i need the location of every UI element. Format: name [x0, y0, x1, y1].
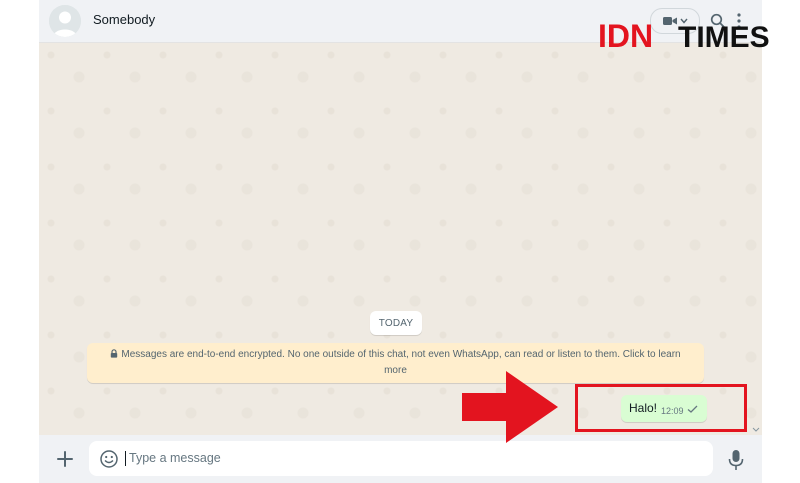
- encryption-notice-line1: Messages are end-to-end encrypted. No on…: [87, 347, 704, 363]
- logo-idn-text: IDN: [598, 18, 653, 54]
- message-input[interactable]: [129, 447, 699, 469]
- idn-times-logo: IDN TIMES: [598, 18, 770, 54]
- encryption-notice[interactable]: Messages are end-to-end encrypted. No on…: [87, 343, 704, 383]
- text-caret: [125, 451, 126, 466]
- message-composer: [39, 435, 762, 483]
- avatar-placeholder-icon: [49, 5, 81, 37]
- logo-times-text: TIMES: [678, 21, 770, 54]
- red-arrow-annotation: [462, 371, 558, 443]
- contact-name[interactable]: Somebody: [93, 12, 155, 27]
- encryption-notice-line2[interactable]: more: [87, 363, 704, 379]
- contact-avatar[interactable]: [49, 5, 81, 37]
- message-input-box: [89, 441, 713, 476]
- encryption-notice-text: Messages are end-to-end encrypted. No on…: [121, 349, 681, 360]
- lock-icon: [111, 349, 118, 358]
- plus-icon[interactable]: [55, 449, 75, 469]
- emoji-icon[interactable]: [99, 449, 119, 469]
- date-chip: TODAY: [370, 311, 422, 335]
- microphone-icon[interactable]: [727, 449, 745, 471]
- red-highlight-box: [575, 384, 747, 432]
- scroll-down-chevron-icon[interactable]: [752, 427, 760, 433]
- chat-panel[interactable]: TODAY Messages are end-to-end encrypted.…: [39, 43, 762, 435]
